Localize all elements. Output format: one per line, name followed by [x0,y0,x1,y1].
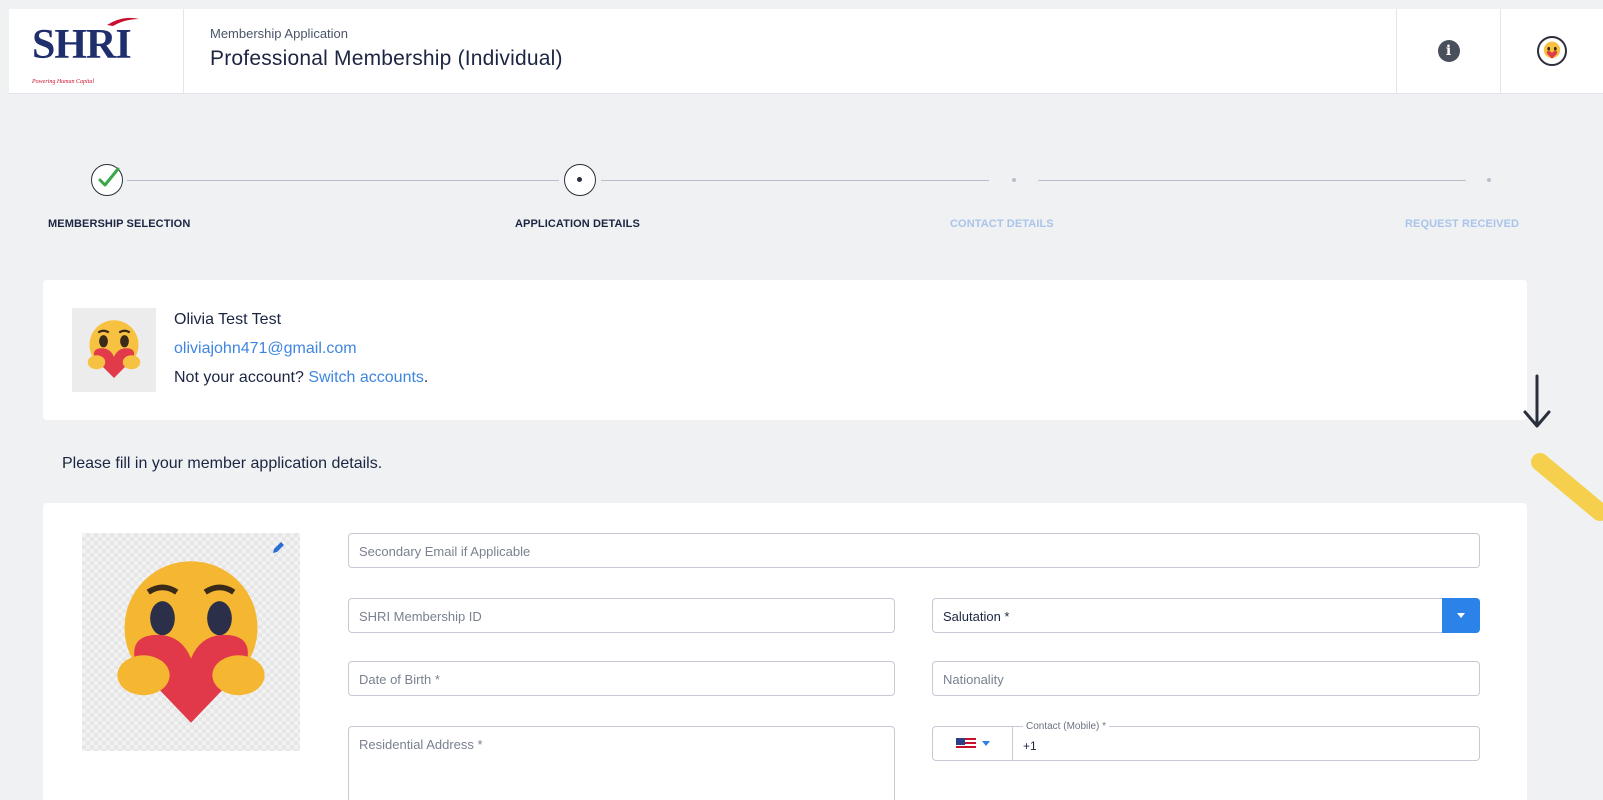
secondary-email-field[interactable]: Secondary Email if Applicable [348,533,1480,568]
contact-mobile-value[interactable]: +1 [1023,739,1037,753]
care-emoji-icon [1543,41,1561,59]
step-label-contact-details: CONTACT DETAILS [950,218,1054,230]
not-your-account-text: Not your account? [174,369,304,386]
application-form: Secondary Email if Applicable SHRI Membe… [43,503,1527,800]
salutation-select[interactable]: Salutation * [932,598,1480,633]
step-label-application-details: APPLICATION DETAILS [515,218,640,230]
membership-id-placeholder: SHRI Membership ID [359,609,482,624]
check-icon [98,167,120,187]
page-title: Professional Membership (Individual) [210,47,563,70]
step-request-received [1487,178,1491,182]
instruction-text: Please fill in your member application d… [62,455,383,472]
profile-photo[interactable] [82,533,300,751]
country-code-select[interactable] [933,727,1013,760]
step-label-request-received: REQUEST RECEIVED [1405,218,1520,230]
step-membership-selection[interactable] [91,164,123,196]
page-subtitle: Membership Application [210,26,349,41]
date-of-birth-field[interactable]: Date of Birth * [348,661,895,696]
chevron-down-icon [1457,613,1465,618]
step-label-membership-selection: MEMBERSHIP SELECTION [48,218,191,230]
info-icon: i [1437,40,1460,62]
contact-mobile-label: Contact (Mobile) * [1023,721,1110,732]
secondary-email-placeholder: Secondary Email if Applicable [359,544,531,559]
contact-mobile-field[interactable]: Contact (Mobile) * +1 [932,721,1480,761]
nationality-placeholder: Nationality [943,672,1004,687]
date-of-birth-placeholder: Date of Birth * [359,672,440,687]
logo-tagline: Powering Human Capital [32,79,95,85]
app-header: SHRI Powering Human Capital Membership A… [9,9,1603,94]
user-menu-button[interactable] [1500,9,1603,93]
info-button[interactable]: i [1396,9,1500,93]
salutation-dropdown-button[interactable] [1442,598,1480,633]
account-name: Olivia Test Test [174,311,282,328]
chevron-down-icon [981,741,990,746]
care-emoji-icon [117,561,265,723]
residential-address-placeholder: Residential Address * [359,737,483,752]
salutation-placeholder: Salutation * [943,609,1010,624]
account-card: Olivia Test Test oliviajohn471@gmail.com… [43,280,1527,420]
stepper-line [601,180,989,181]
account-email[interactable]: oliviajohn471@gmail.com [174,340,357,358]
account-avatar [72,308,156,392]
stepper-line [127,180,559,181]
care-emoji-icon [87,320,141,378]
scroll-down-arrow-icon [1523,374,1551,428]
progress-stepper: MEMBERSHIP SELECTION APPLICATION DETAILS… [0,150,1603,250]
avatar [1537,36,1567,66]
header-title-block: Membership Application Professional Memb… [184,9,1396,93]
nationality-field[interactable]: Nationality [932,661,1480,696]
logo-text: SHRI [32,22,132,68]
period-text: . [423,369,429,386]
logo[interactable]: SHRI Powering Human Capital [9,9,184,93]
step-application-details[interactable] [564,164,596,196]
highlighter-stroke-icon [1531,453,1603,521]
stepper-line [1038,180,1466,181]
residential-address-field[interactable]: Residential Address * [348,726,895,800]
us-flag-icon [955,737,976,750]
step-contact-details [1012,178,1016,182]
switch-accounts-link[interactable]: Switch accounts [308,369,424,386]
membership-id-field[interactable]: SHRI Membership ID [348,598,895,633]
account-switch-line: Not your account? Switch accounts. [174,369,428,387]
edit-photo-pencil-icon[interactable] [271,541,285,555]
